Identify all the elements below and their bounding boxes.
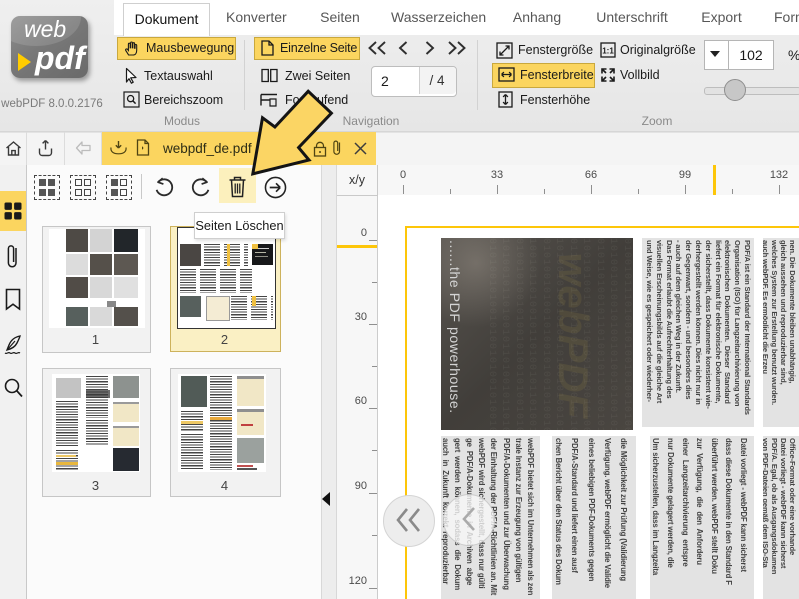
svg-text:1:1: 1:1	[602, 47, 614, 56]
